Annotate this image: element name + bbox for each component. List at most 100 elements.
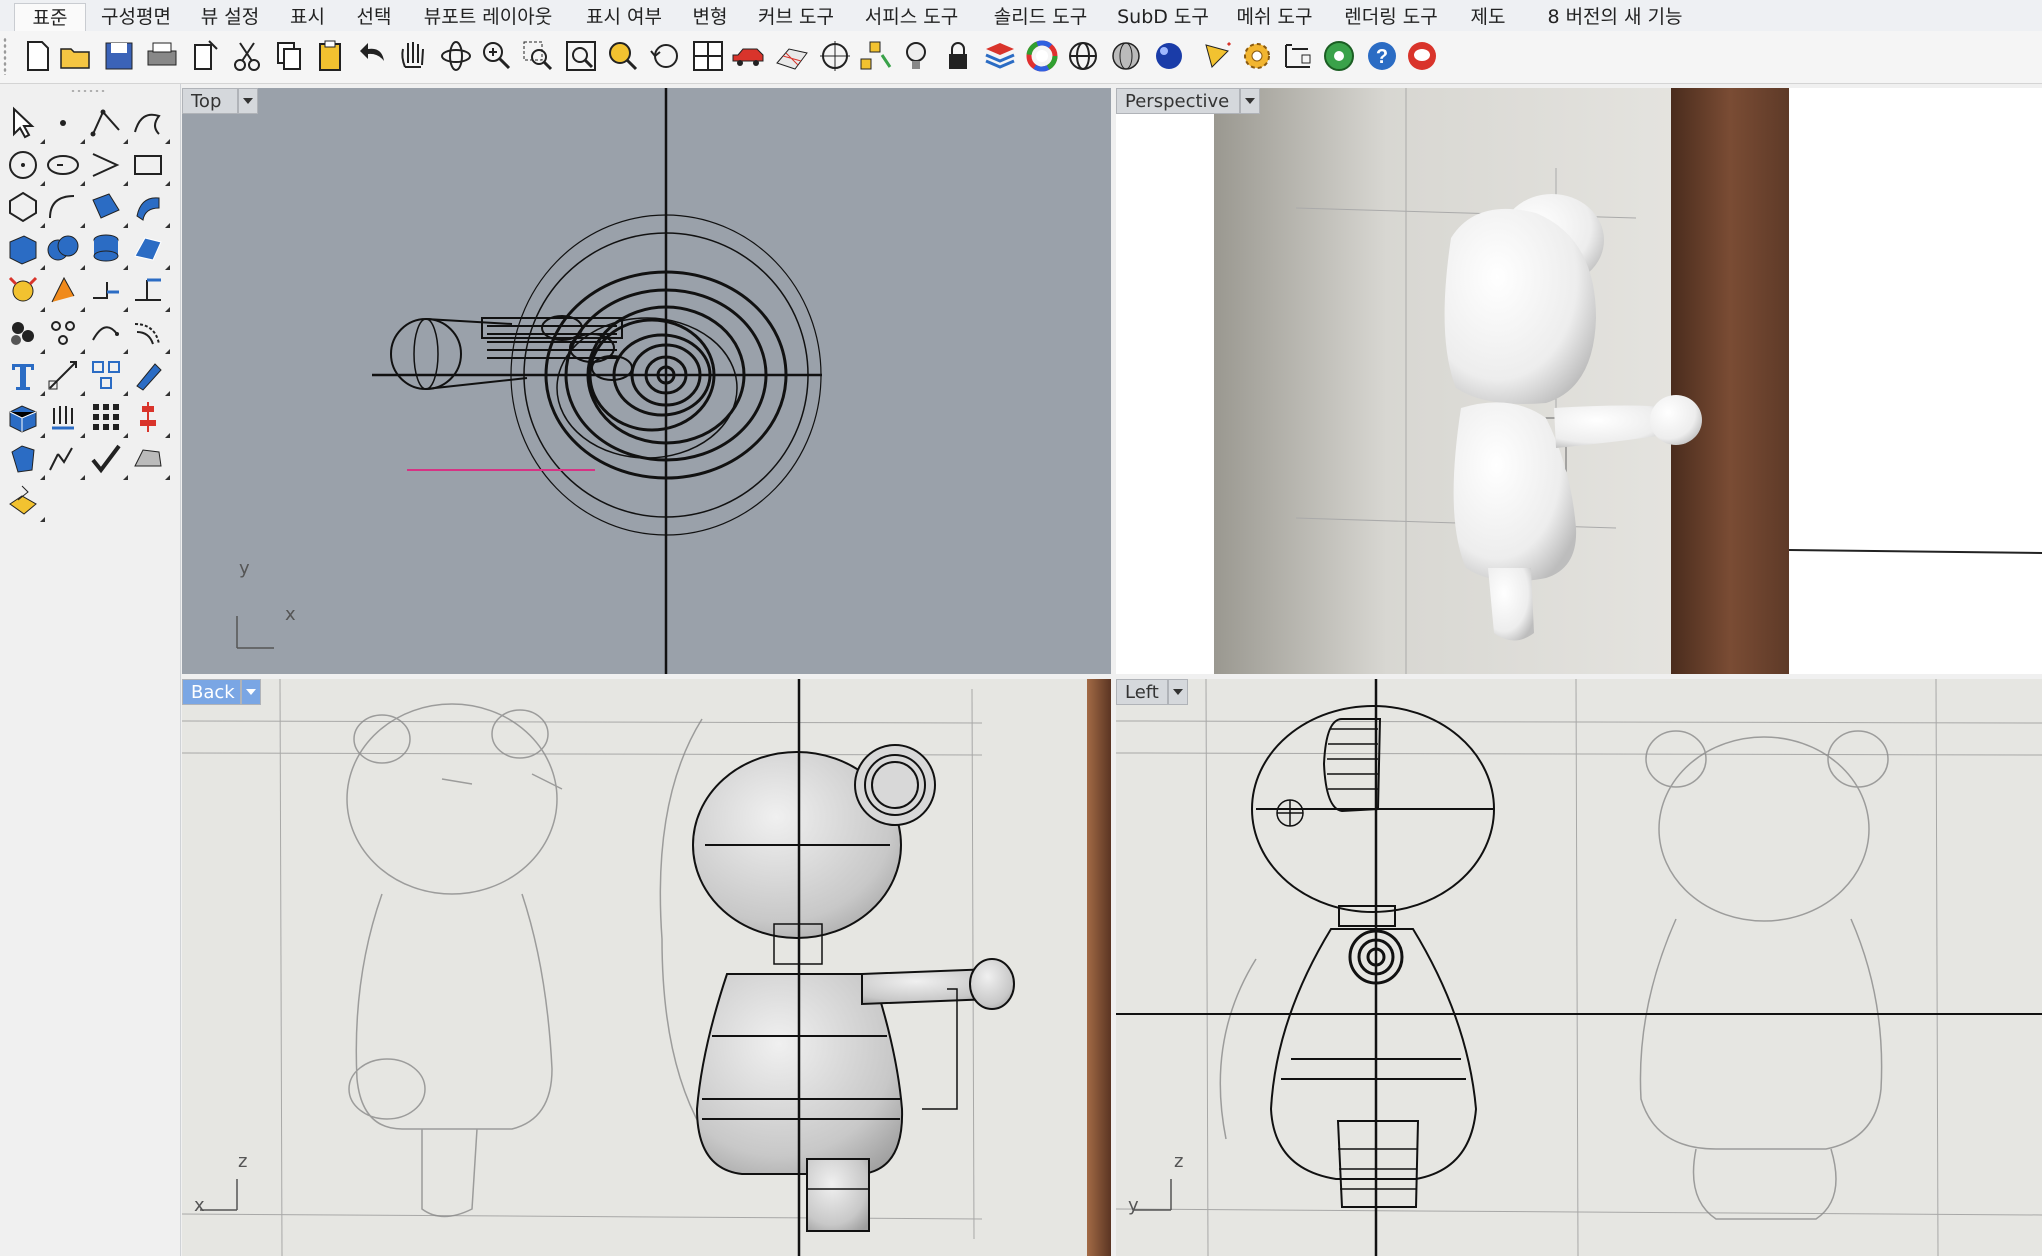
viewport-perspective[interactable]: Perspective: [1116, 88, 2042, 674]
explode-join-icon[interactable]: [4, 272, 45, 312]
rotate-view-icon[interactable]: [437, 37, 475, 75]
lock-icon[interactable]: [939, 37, 977, 75]
viewport-menu-arrow-top[interactable]: [238, 88, 258, 114]
mesh-surface-icon[interactable]: [129, 230, 170, 270]
align-icon[interactable]: [129, 398, 170, 438]
check-icon[interactable]: [87, 440, 128, 480]
zoom-extents-icon[interactable]: [562, 37, 600, 75]
viewport-back[interactable]: Back z x: [182, 679, 1111, 1256]
material-pen-icon[interactable]: [1198, 37, 1236, 75]
zoom-window-icon[interactable]: [519, 37, 557, 75]
globe-icon[interactable]: [1320, 37, 1358, 75]
rendered-sphere-icon[interactable]: [1150, 37, 1188, 75]
group-icon[interactable]: [4, 314, 45, 354]
tab-11[interactable]: SubD 도구: [1110, 3, 1216, 31]
tab-12[interactable]: 메쉬 도구: [1225, 3, 1324, 31]
osnap-icon[interactable]: [816, 37, 854, 75]
color-wheel-icon[interactable]: [1023, 37, 1061, 75]
tab-6[interactable]: 표시 여부: [576, 3, 672, 31]
sidebar-grip[interactable]: [70, 89, 106, 93]
box-solid-icon[interactable]: [4, 230, 45, 270]
viewport-menu-arrow-perspective[interactable]: [1240, 88, 1260, 114]
layer-icon[interactable]: [981, 37, 1019, 75]
polygon-icon[interactable]: [4, 188, 45, 228]
shaded-sphere-icon[interactable]: [1107, 37, 1145, 75]
viewport-left[interactable]: Left z y: [1116, 679, 2042, 1256]
tab-0[interactable]: 표준: [14, 3, 86, 32]
solid-edit-icon[interactable]: [4, 440, 45, 480]
paste-icon[interactable]: [311, 37, 349, 75]
polygon-arc-icon[interactable]: [87, 146, 128, 186]
fillet-icon[interactable]: [44, 272, 85, 312]
tab-10[interactable]: 솔리드 도구: [980, 3, 1101, 31]
help-icon[interactable]: ?: [1363, 37, 1401, 75]
tab-4[interactable]: 선택: [347, 3, 401, 31]
viewport-menu-arrow-left[interactable]: [1168, 679, 1188, 705]
cut-icon[interactable]: [228, 37, 266, 75]
text-icon[interactable]: [4, 356, 45, 396]
save-icon[interactable]: [100, 37, 138, 75]
curve-icon[interactable]: [129, 104, 170, 144]
solid-box-icon[interactable]: [4, 398, 45, 438]
viewport-title-left[interactable]: Left: [1116, 679, 1168, 705]
tab-5[interactable]: 뷰포트 레이아웃: [409, 3, 567, 31]
shaded-box-icon[interactable]: [4, 482, 45, 522]
import-icon[interactable]: [185, 37, 223, 75]
viewport-menu-arrow-back[interactable]: [241, 679, 261, 705]
tab-3[interactable]: 표시: [280, 3, 335, 31]
array-icon[interactable]: [87, 356, 128, 396]
curve-tool-icon[interactable]: [87, 314, 128, 354]
viewport-title-back[interactable]: Back: [182, 679, 241, 705]
support-chat-icon[interactable]: [1403, 37, 1441, 75]
surface-from-curves-icon[interactable]: [129, 188, 170, 228]
select-arrow-icon[interactable]: [4, 104, 45, 144]
shell-icon[interactable]: [129, 440, 170, 480]
boolean-union-icon[interactable]: [44, 230, 85, 270]
tab-2[interactable]: 뷰 설정: [189, 3, 271, 31]
open-folder-icon[interactable]: [57, 37, 95, 75]
viewport-title-perspective[interactable]: Perspective: [1116, 88, 1240, 114]
ellipse-icon[interactable]: [44, 146, 85, 186]
viewport-title-top[interactable]: Top: [182, 88, 238, 114]
select-objects-icon[interactable]: [856, 37, 894, 75]
split-icon[interactable]: [44, 440, 85, 480]
copy-icon[interactable]: [270, 37, 308, 75]
offset-curve-icon[interactable]: [129, 314, 170, 354]
undo-view-icon[interactable]: [647, 37, 685, 75]
extrude-icon[interactable]: [44, 398, 85, 438]
viewport-top[interactable]: Top y x: [182, 88, 1111, 674]
tab-9[interactable]: 서피스 도구: [853, 3, 970, 31]
scale-icon[interactable]: [44, 356, 85, 396]
car-object-icon[interactable]: [729, 37, 767, 75]
circle-icon[interactable]: [4, 146, 45, 186]
edit-pen-icon[interactable]: [129, 356, 170, 396]
polyline-icon[interactable]: [87, 104, 128, 144]
trim-icon[interactable]: [129, 272, 170, 312]
zoom-selected-icon[interactable]: [604, 37, 642, 75]
tab-14[interactable]: 제도: [1458, 3, 1518, 31]
point-icon[interactable]: [44, 104, 85, 144]
undo-icon[interactable]: [354, 37, 392, 75]
tab-8[interactable]: 커브 도구: [748, 3, 844, 31]
tab-15[interactable]: 8 버전의 새 기능: [1524, 3, 1706, 31]
new-file-icon[interactable]: [18, 37, 56, 75]
grid-array-icon[interactable]: [87, 398, 128, 438]
toolbar-grip[interactable]: [3, 37, 7, 75]
print-icon[interactable]: [143, 37, 181, 75]
pan-hand-icon[interactable]: [393, 37, 431, 75]
arc-icon[interactable]: [44, 188, 85, 228]
tab-1[interactable]: 구성평면: [88, 3, 184, 31]
cylinder-icon[interactable]: [87, 230, 128, 270]
points-cloud-icon[interactable]: [44, 314, 85, 354]
surface-patch-icon[interactable]: [87, 188, 128, 228]
wireframe-sphere-icon[interactable]: [1064, 37, 1102, 75]
settings-gear-icon[interactable]: [1238, 37, 1276, 75]
extend-icon[interactable]: [87, 272, 128, 312]
tab-13[interactable]: 렌더링 도구: [1333, 3, 1449, 31]
zoom-icon[interactable]: [477, 37, 515, 75]
cplane-grid-icon[interactable]: [773, 37, 811, 75]
tab-7[interactable]: 변형: [680, 3, 740, 31]
rectangle-icon[interactable]: [129, 146, 170, 186]
four-viewports-icon[interactable]: [689, 37, 727, 75]
light-icon[interactable]: [897, 37, 935, 75]
